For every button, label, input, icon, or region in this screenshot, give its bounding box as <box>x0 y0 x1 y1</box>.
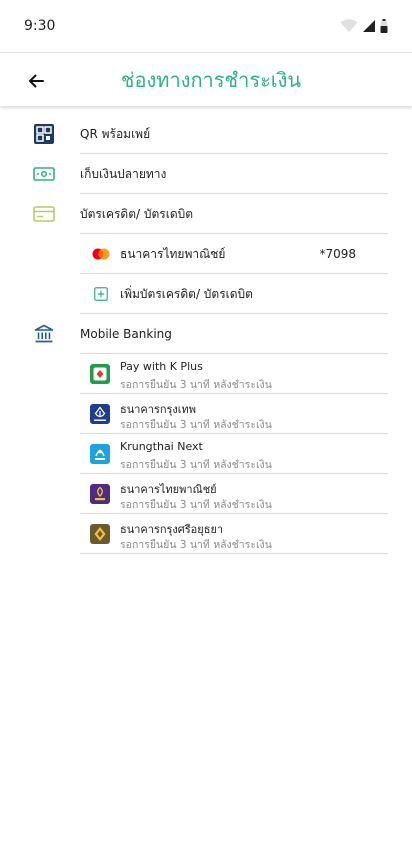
method-qr-promptpay[interactable]: QR พร้อมเพย์ <box>0 114 412 154</box>
scb-logo-icon <box>90 484 110 504</box>
cash-icon <box>33 163 55 185</box>
bank-note: รอการยืนยัน 3 นาที หลังชำระเงิน <box>120 459 272 471</box>
method-mobile-banking[interactable]: Mobile Banking <box>0 314 412 354</box>
saved-card-item[interactable]: ธนาคารไทยพาณิชย์ *7098 <box>0 234 412 274</box>
krungsri-logo-icon <box>90 524 110 544</box>
signal-icon <box>363 20 375 32</box>
method-label: เก็บเงินปลายทาง <box>80 167 167 181</box>
bank-note: รอการยืนยัน 3 นาที หลังชำระเงิน <box>120 539 272 551</box>
divider <box>80 553 388 554</box>
bank-item-krungthai[interactable]: Krungthai Next รอการยืนยัน 3 นาที หลังชำ… <box>0 434 412 474</box>
saved-card-bank: ธนาคารไทยพาณิชย์ <box>120 247 226 261</box>
saved-card-number: *7098 <box>319 247 356 261</box>
bank-item-bangkok-bank[interactable]: ธนาคารกรุงเทพ รอการยืนยัน 3 นาที หลังชำร… <box>0 394 412 434</box>
bank-icon <box>33 323 55 345</box>
arrow-left-icon <box>29 74 44 88</box>
bank-note: รอการยืนยัน 3 นาที หลังชำระเงิน <box>120 419 272 431</box>
credit-card-icon <box>33 203 55 225</box>
status-bar: 9:30 <box>0 0 412 52</box>
bank-item-kplus[interactable]: Pay with K Plus รอการยืนยัน 3 นาที หลังช… <box>0 354 412 394</box>
add-card-button[interactable]: เพิ่มบัตรเครดิต/ บัตรเดบิต <box>0 274 412 314</box>
qr-code-icon <box>33 123 55 145</box>
method-label: QR พร้อมเพย์ <box>80 127 151 141</box>
mastercard-icon <box>90 243 112 265</box>
method-cash-on-delivery[interactable]: เก็บเงินปลายทาง <box>0 154 412 194</box>
add-icon <box>90 283 112 305</box>
bank-item-scb[interactable]: ธนาคารไทยพาณิชย์ รอการยืนยัน 3 นาที หลัง… <box>0 474 412 514</box>
bank-note: รอการยืนยัน 3 นาที หลังชำระเงิน <box>120 379 272 391</box>
bank-item-krungsri[interactable]: ธนาคารกรุงศรีอยุธยา รอการยืนยัน 3 นาที ห… <box>0 514 412 554</box>
wifi-icon <box>340 19 358 32</box>
add-card-label: เพิ่มบัตรเครดิต/ บัตรเดบิต <box>120 287 253 301</box>
app-bar: ช่องทางการชำระเงิน <box>0 52 412 106</box>
bank-note: รอการยืนยัน 3 นาที หลังชำระเงิน <box>120 499 272 511</box>
bank-name: Pay with K Plus <box>120 360 203 373</box>
back-button[interactable] <box>22 67 50 95</box>
bank-name: Krungthai Next <box>120 440 203 453</box>
status-time: 9:30 <box>24 18 56 34</box>
method-credit-card[interactable]: บัตรเครดิต/ บัตรเดบิต <box>0 194 412 234</box>
page-title: ช่องทางการชำระเงิน <box>120 67 302 92</box>
method-label: Mobile Banking <box>80 327 172 341</box>
status-icons <box>340 19 388 33</box>
battery-icon <box>380 19 388 33</box>
kplus-logo-icon <box>90 364 110 384</box>
method-label: บัตรเครดิต/ บัตรเดบิต <box>80 207 194 221</box>
krungthai-logo-icon <box>90 444 110 464</box>
bangkok-bank-logo-icon <box>90 404 110 424</box>
